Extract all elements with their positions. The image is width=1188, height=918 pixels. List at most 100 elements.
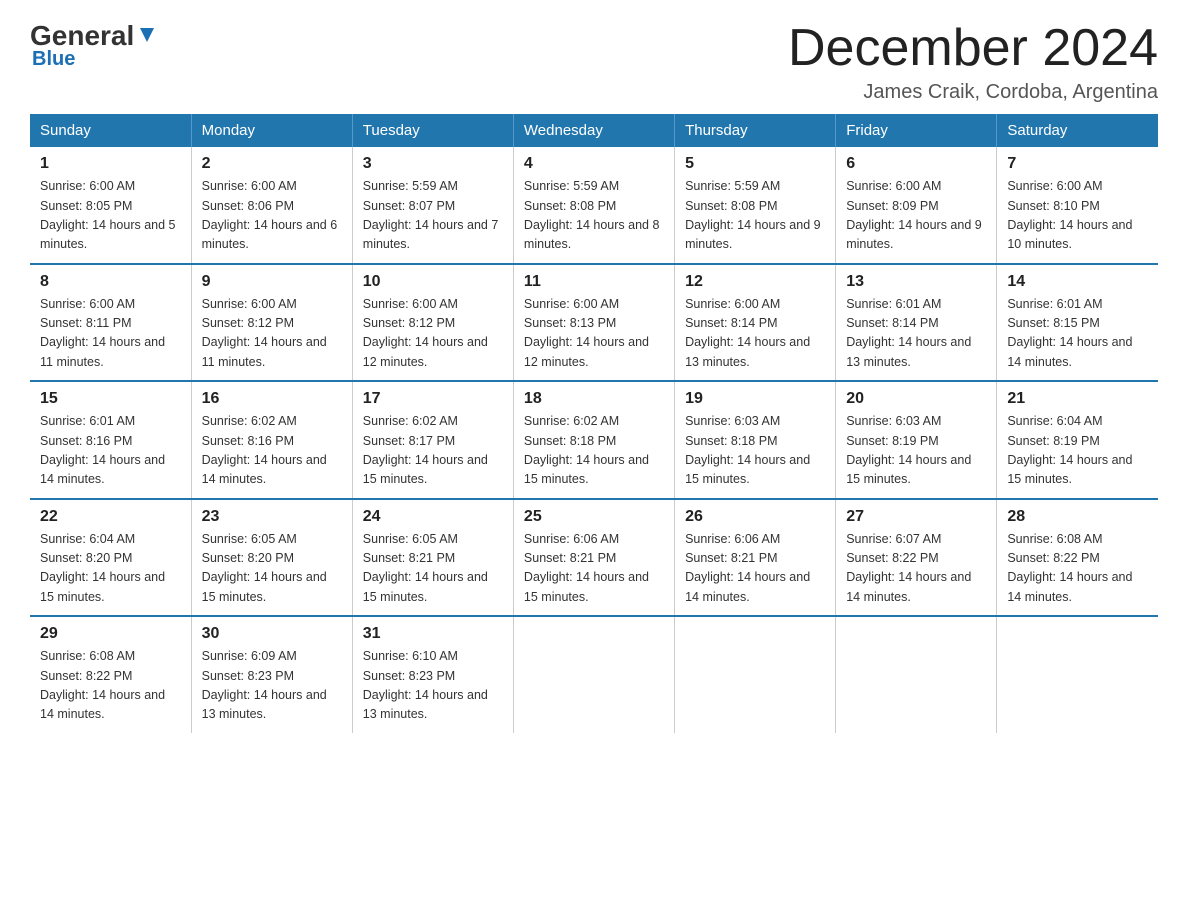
- day-number: 23: [202, 508, 342, 526]
- day-info: Sunrise: 6:00 AM Sunset: 8:12 PM Dayligh…: [363, 295, 503, 373]
- day-number: 8: [40, 273, 181, 291]
- day-number: 13: [846, 273, 986, 291]
- table-row: 23 Sunrise: 6:05 AM Sunset: 8:20 PM Dayl…: [191, 499, 352, 617]
- table-row: 24 Sunrise: 6:05 AM Sunset: 8:21 PM Dayl…: [352, 499, 513, 617]
- table-row: 4 Sunrise: 5:59 AM Sunset: 8:08 PM Dayli…: [513, 147, 674, 264]
- day-info: Sunrise: 5:59 AM Sunset: 8:08 PM Dayligh…: [685, 177, 825, 255]
- day-info: Sunrise: 6:07 AM Sunset: 8:22 PM Dayligh…: [846, 530, 986, 608]
- day-number: 20: [846, 390, 986, 408]
- day-number: 31: [363, 625, 503, 643]
- day-number: 9: [202, 273, 342, 291]
- day-number: 2: [202, 155, 342, 173]
- day-info: Sunrise: 6:06 AM Sunset: 8:21 PM Dayligh…: [685, 530, 825, 608]
- table-row: 28 Sunrise: 6:08 AM Sunset: 8:22 PM Dayl…: [997, 499, 1158, 617]
- table-row: 10 Sunrise: 6:00 AM Sunset: 8:12 PM Dayl…: [352, 264, 513, 382]
- day-info: Sunrise: 6:00 AM Sunset: 8:10 PM Dayligh…: [1007, 177, 1148, 255]
- table-row: 31 Sunrise: 6:10 AM Sunset: 8:23 PM Dayl…: [352, 616, 513, 733]
- col-monday: Monday: [191, 114, 352, 147]
- day-info: Sunrise: 6:09 AM Sunset: 8:23 PM Dayligh…: [202, 647, 342, 725]
- col-sunday: Sunday: [30, 114, 191, 147]
- table-row: 14 Sunrise: 6:01 AM Sunset: 8:15 PM Dayl…: [997, 264, 1158, 382]
- day-number: 11: [524, 273, 664, 291]
- day-info: Sunrise: 6:02 AM Sunset: 8:16 PM Dayligh…: [202, 412, 342, 490]
- table-row: 11 Sunrise: 6:00 AM Sunset: 8:13 PM Dayl…: [513, 264, 674, 382]
- day-info: Sunrise: 6:00 AM Sunset: 8:14 PM Dayligh…: [685, 295, 825, 373]
- day-number: 19: [685, 390, 825, 408]
- day-info: Sunrise: 6:06 AM Sunset: 8:21 PM Dayligh…: [524, 530, 664, 608]
- table-row: 6 Sunrise: 6:00 AM Sunset: 8:09 PM Dayli…: [836, 147, 997, 264]
- day-number: 29: [40, 625, 181, 643]
- day-info: Sunrise: 6:00 AM Sunset: 8:06 PM Dayligh…: [202, 177, 342, 255]
- table-row: 20 Sunrise: 6:03 AM Sunset: 8:19 PM Dayl…: [836, 381, 997, 499]
- table-row: 26 Sunrise: 6:06 AM Sunset: 8:21 PM Dayl…: [675, 499, 836, 617]
- table-row: 18 Sunrise: 6:02 AM Sunset: 8:18 PM Dayl…: [513, 381, 674, 499]
- month-title: December 2024: [788, 20, 1158, 77]
- table-row: 1 Sunrise: 6:00 AM Sunset: 8:05 PM Dayli…: [30, 147, 191, 264]
- col-saturday: Saturday: [997, 114, 1158, 147]
- day-number: 3: [363, 155, 503, 173]
- table-row: 12 Sunrise: 6:00 AM Sunset: 8:14 PM Dayl…: [675, 264, 836, 382]
- day-number: 24: [363, 508, 503, 526]
- day-info: Sunrise: 6:04 AM Sunset: 8:20 PM Dayligh…: [40, 530, 181, 608]
- table-row: 8 Sunrise: 6:00 AM Sunset: 8:11 PM Dayli…: [30, 264, 191, 382]
- day-info: Sunrise: 6:00 AM Sunset: 8:11 PM Dayligh…: [40, 295, 181, 373]
- calendar-week-row: 15 Sunrise: 6:01 AM Sunset: 8:16 PM Dayl…: [30, 381, 1158, 499]
- day-number: 12: [685, 273, 825, 291]
- logo-triangle-icon: [136, 24, 158, 46]
- day-number: 10: [363, 273, 503, 291]
- table-row: [836, 616, 997, 733]
- calendar-week-row: 29 Sunrise: 6:08 AM Sunset: 8:22 PM Dayl…: [30, 616, 1158, 733]
- table-row: 29 Sunrise: 6:08 AM Sunset: 8:22 PM Dayl…: [30, 616, 191, 733]
- day-number: 26: [685, 508, 825, 526]
- day-number: 28: [1007, 508, 1148, 526]
- day-info: Sunrise: 6:00 AM Sunset: 8:12 PM Dayligh…: [202, 295, 342, 373]
- day-info: Sunrise: 6:00 AM Sunset: 8:13 PM Dayligh…: [524, 295, 664, 373]
- day-info: Sunrise: 6:03 AM Sunset: 8:18 PM Dayligh…: [685, 412, 825, 490]
- table-row: 21 Sunrise: 6:04 AM Sunset: 8:19 PM Dayl…: [997, 381, 1158, 499]
- table-row: 9 Sunrise: 6:00 AM Sunset: 8:12 PM Dayli…: [191, 264, 352, 382]
- day-number: 25: [524, 508, 664, 526]
- day-info: Sunrise: 6:02 AM Sunset: 8:17 PM Dayligh…: [363, 412, 503, 490]
- day-number: 16: [202, 390, 342, 408]
- day-info: Sunrise: 6:04 AM Sunset: 8:19 PM Dayligh…: [1007, 412, 1148, 490]
- calendar-week-row: 1 Sunrise: 6:00 AM Sunset: 8:05 PM Dayli…: [30, 147, 1158, 264]
- day-info: Sunrise: 6:00 AM Sunset: 8:09 PM Dayligh…: [846, 177, 986, 255]
- day-number: 21: [1007, 390, 1148, 408]
- day-number: 17: [363, 390, 503, 408]
- calendar-header-row: Sunday Monday Tuesday Wednesday Thursday…: [30, 114, 1158, 147]
- day-number: 6: [846, 155, 986, 173]
- calendar-table: Sunday Monday Tuesday Wednesday Thursday…: [30, 114, 1158, 733]
- table-row: 2 Sunrise: 6:00 AM Sunset: 8:06 PM Dayli…: [191, 147, 352, 264]
- table-row: 30 Sunrise: 6:09 AM Sunset: 8:23 PM Dayl…: [191, 616, 352, 733]
- table-row: 15 Sunrise: 6:01 AM Sunset: 8:16 PM Dayl…: [30, 381, 191, 499]
- day-number: 4: [524, 155, 664, 173]
- table-row: 19 Sunrise: 6:03 AM Sunset: 8:18 PM Dayl…: [675, 381, 836, 499]
- day-number: 7: [1007, 155, 1148, 173]
- col-friday: Friday: [836, 114, 997, 147]
- day-number: 14: [1007, 273, 1148, 291]
- table-row: 13 Sunrise: 6:01 AM Sunset: 8:14 PM Dayl…: [836, 264, 997, 382]
- table-row: 25 Sunrise: 6:06 AM Sunset: 8:21 PM Dayl…: [513, 499, 674, 617]
- page-header: General Blue December 2024 James Craik, …: [30, 20, 1158, 104]
- logo: General Blue: [30, 20, 158, 71]
- calendar-week-row: 8 Sunrise: 6:00 AM Sunset: 8:11 PM Dayli…: [30, 264, 1158, 382]
- day-info: Sunrise: 6:01 AM Sunset: 8:15 PM Dayligh…: [1007, 295, 1148, 373]
- day-info: Sunrise: 6:05 AM Sunset: 8:20 PM Dayligh…: [202, 530, 342, 608]
- day-info: Sunrise: 6:05 AM Sunset: 8:21 PM Dayligh…: [363, 530, 503, 608]
- table-row: 27 Sunrise: 6:07 AM Sunset: 8:22 PM Dayl…: [836, 499, 997, 617]
- day-info: Sunrise: 5:59 AM Sunset: 8:08 PM Dayligh…: [524, 177, 664, 255]
- day-number: 5: [685, 155, 825, 173]
- logo-accent: Blue: [32, 48, 75, 71]
- day-number: 1: [40, 155, 181, 173]
- day-info: Sunrise: 6:08 AM Sunset: 8:22 PM Dayligh…: [1007, 530, 1148, 608]
- location: James Craik, Cordoba, Argentina: [788, 81, 1158, 104]
- table-row: 17 Sunrise: 6:02 AM Sunset: 8:17 PM Dayl…: [352, 381, 513, 499]
- day-info: Sunrise: 6:02 AM Sunset: 8:18 PM Dayligh…: [524, 412, 664, 490]
- table-row: [675, 616, 836, 733]
- table-row: 3 Sunrise: 5:59 AM Sunset: 8:07 PM Dayli…: [352, 147, 513, 264]
- table-row: 5 Sunrise: 5:59 AM Sunset: 8:08 PM Dayli…: [675, 147, 836, 264]
- day-number: 30: [202, 625, 342, 643]
- day-info: Sunrise: 6:00 AM Sunset: 8:05 PM Dayligh…: [40, 177, 181, 255]
- day-number: 27: [846, 508, 986, 526]
- calendar-week-row: 22 Sunrise: 6:04 AM Sunset: 8:20 PM Dayl…: [30, 499, 1158, 617]
